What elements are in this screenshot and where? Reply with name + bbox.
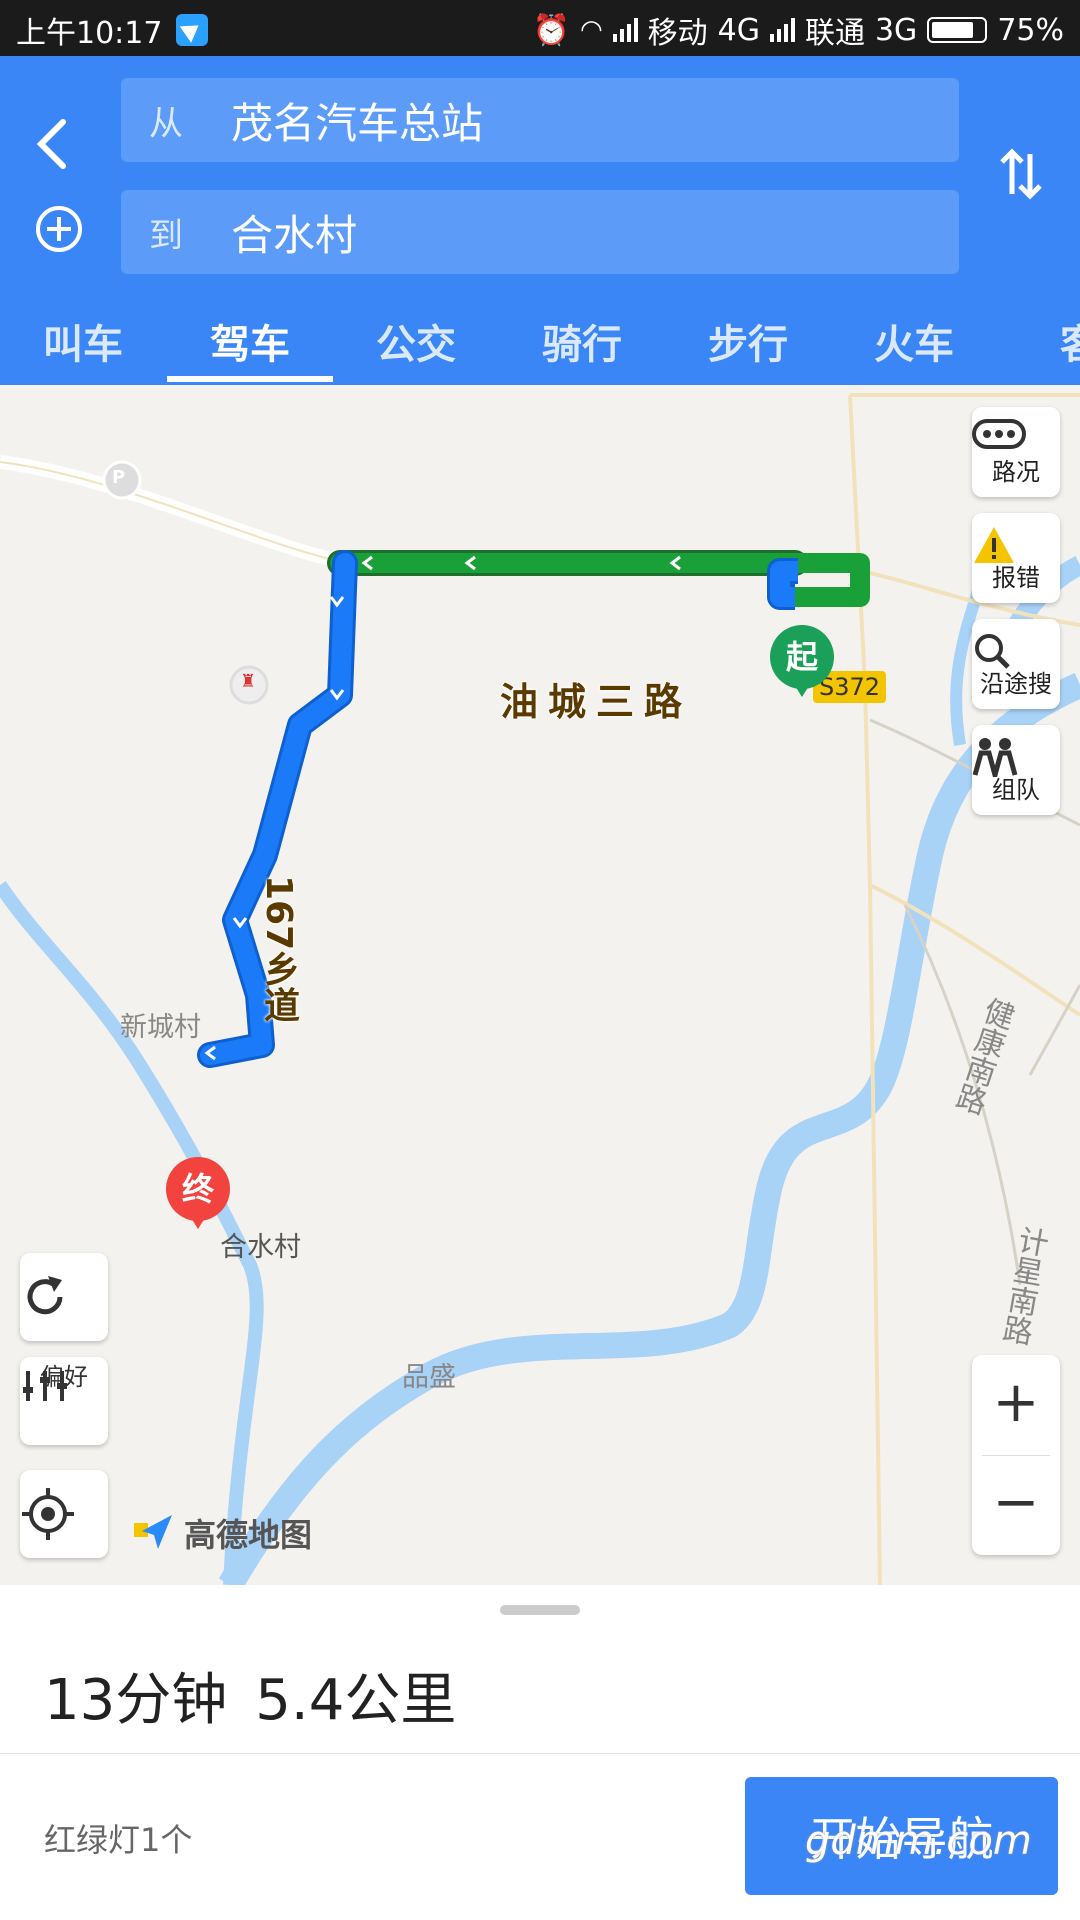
gas-station-icon: P	[112, 467, 126, 488]
panel-divider	[0, 1753, 1080, 1754]
destination-field[interactable]: 到 合水村	[121, 190, 959, 274]
report-button[interactable]: 报错	[972, 513, 1060, 603]
traffic-lights-count: 红绿灯1个	[44, 1821, 193, 1859]
destination-prefix: 到	[149, 215, 183, 256]
watermark: gdmm.com	[805, 1818, 1032, 1864]
tab-walk[interactable]: 步行	[665, 312, 831, 370]
origin-value: 茂名汽车总站	[231, 98, 484, 148]
destination-label: 合水村	[220, 1232, 301, 1263]
sliders-icon	[23, 1371, 67, 1401]
transport-tabs: 叫车 驾车 公交 骑行 步行 火车 客	[0, 304, 1080, 385]
back-button[interactable]	[18, 118, 88, 182]
drag-handle[interactable]	[500, 1605, 580, 1615]
zoom-control: + −	[972, 1355, 1060, 1555]
poi-icon: ♜	[240, 671, 257, 692]
destination-value: 合水村	[231, 210, 358, 260]
amap-logo-icon	[134, 1513, 174, 1553]
start-marker[interactable]: 起	[770, 625, 834, 697]
refresh-button[interactable]	[20, 1253, 108, 1341]
locate-button[interactable]	[20, 1470, 108, 1558]
zoom-out-button[interactable]: −	[972, 1455, 1060, 1555]
route-summary: 13分钟 5.4公里	[44, 1655, 456, 1736]
wifi-icon: ◠	[579, 15, 603, 45]
search-along-label: 沿途搜	[980, 670, 1052, 698]
amap-logo-text: 高德地图	[184, 1516, 313, 1554]
swap-button[interactable]	[986, 146, 1056, 214]
amap-logo: 高德地图	[134, 1510, 312, 1556]
battery-level: 75%	[997, 12, 1064, 48]
team-label: 组队	[992, 776, 1040, 804]
road-label-route: 167乡道	[258, 875, 299, 1023]
area-label: 品盛	[402, 1362, 456, 1393]
refresh-icon	[27, 1276, 63, 1315]
locate-icon	[22, 1488, 74, 1540]
tab-drive[interactable]: 驾车	[167, 312, 333, 370]
tab-bus[interactable]: 公交	[333, 312, 499, 370]
traffic-label: 路况	[992, 458, 1040, 486]
zoom-in-button[interactable]: +	[972, 1355, 1060, 1455]
route-distance: 5.4公里	[255, 1668, 457, 1733]
route-summary-panel: 13分钟 5.4公里 红绿灯1个 开始导航	[0, 1585, 1080, 1920]
back-arrow-icon	[36, 119, 66, 169]
tab-coach[interactable]: 客	[997, 312, 1080, 370]
swap-arrows-icon	[1000, 148, 1042, 200]
route-header: 从 茂名汽车总站 到 合水村 叫车 驾车 公交 骑行 步行 火车 客	[0, 56, 1080, 385]
preference-button[interactable]: 偏好	[20, 1357, 108, 1445]
status-bar: 上午10:17 ⏰ ◠ 移动 4G 联通 3G 75%	[0, 0, 1080, 56]
map-view[interactable]: P ♜ 油城三路 S372 167乡道 新城村 合水村 品盛 健康南路 计星南路…	[0, 385, 1080, 1585]
add-waypoint-button[interactable]	[24, 204, 94, 266]
signal-icon	[612, 18, 638, 42]
search-along-button[interactable]: 沿途搜	[972, 619, 1060, 709]
origin-prefix: 从	[149, 103, 183, 144]
origin-field[interactable]: 从 茂名汽车总站	[121, 78, 959, 162]
carrier-1: 移动	[647, 16, 708, 51]
tab-cycle[interactable]: 骑行	[499, 312, 665, 370]
signal-icon	[769, 18, 795, 42]
route-duration: 13分钟	[44, 1668, 228, 1733]
clock: 上午10:17	[16, 16, 163, 51]
amap-notification-icon	[176, 14, 209, 46]
tab-taxi[interactable]: 叫车	[0, 312, 166, 370]
add-circle-icon	[36, 206, 82, 252]
active-tab-indicator	[167, 376, 333, 382]
report-label: 报错	[992, 564, 1040, 592]
carrier-2: 联通	[804, 16, 865, 51]
battery-icon	[927, 17, 988, 43]
village-label: 新城村	[120, 1012, 201, 1043]
end-marker[interactable]: 终	[166, 1157, 230, 1229]
road-label-main: 油城三路	[500, 680, 693, 724]
map-canvas	[0, 393, 1080, 1585]
network-1: 4G	[717, 12, 760, 48]
tab-train[interactable]: 火车	[831, 312, 997, 370]
network-2: 3G	[874, 12, 918, 48]
team-button[interactable]: 组队	[972, 725, 1060, 815]
traffic-button[interactable]: 路况	[972, 407, 1060, 497]
alarm-icon: ⏰	[532, 12, 570, 48]
